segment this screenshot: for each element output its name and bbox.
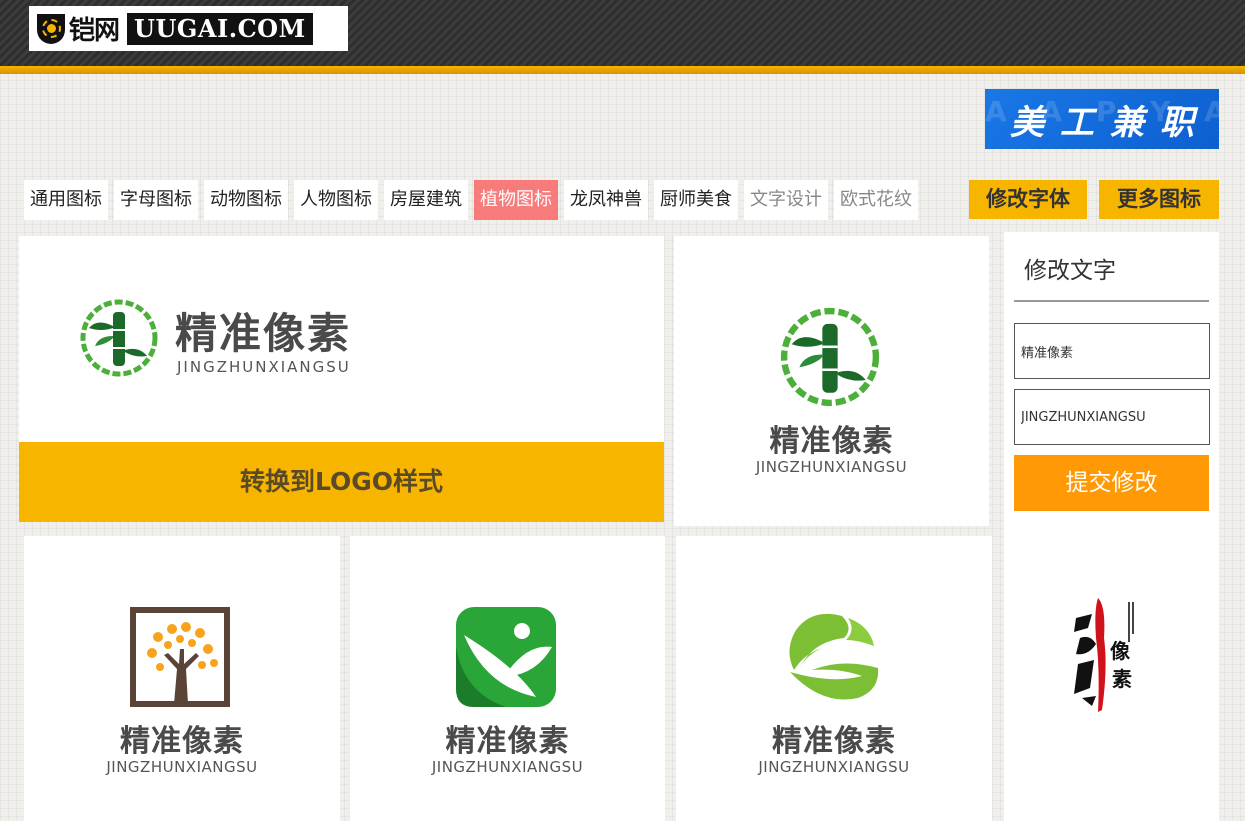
header-accent-bar [0,66,1245,74]
logo-shield-icon [37,13,65,44]
tab-animal-icons[interactable]: 动物图标 [204,180,288,220]
logo-card-tree[interactable]: 精准像素 JINGZHUNXIANGSU [24,536,340,821]
brand-name: 精准像素 [772,724,896,759]
tab-text-design[interactable]: 文字设计 [744,180,828,220]
bamboo-logo-icon [780,307,880,407]
logo-card-light-leaf[interactable]: 精准像素 JINGZHUNXIANGSU [676,536,992,821]
brand-pinyin: JINGZHUNXIANGSU [106,758,258,776]
brand-pinyin: JINGZHUNXIANGSU [431,758,584,776]
calligraphy-logo-image: 像 素 [1074,598,1134,712]
brand-pinyin: JINGZHUNXIANGSU [755,458,908,476]
brand-name: 精准像素 [445,724,570,759]
leaf-logo-icon [789,613,879,700]
tab-chef-food[interactable]: 厨师美食 [654,180,738,220]
brand-name: 精准像素 [769,424,894,459]
svg-text:素: 素 [1112,667,1132,691]
ad-banner-text: 美工兼职 [1010,102,1210,143]
brand-name: 精准像素 [175,309,352,358]
tab-european-pattern[interactable]: 欧式花纹 [834,180,918,220]
svg-text:像: 像 [1110,639,1131,663]
logo-card-featured[interactable]: 精准像素 JINGZHUNXIANGSU 转换到LOGO样式 [19,236,664,522]
brand-pinyin: JINGZHUNXIANGSU [177,358,351,376]
submit-changes-button[interactable]: 提交修改 [1014,455,1209,511]
edit-font-button[interactable]: 修改字体 [969,180,1087,219]
ad-banner[interactable]: 美工兼职 [985,89,1219,149]
site-logo[interactable]: 铠网 UUGAI.COM [29,6,348,51]
category-tabs: 通用图标 字母图标 动物图标 人物图标 房屋建筑 植物图标 龙凤神兽 厨师美食 … [24,180,924,220]
tab-letter-icons[interactable]: 字母图标 [114,180,198,220]
panel-title: 修改文字 [1014,248,1209,302]
logo-text-en: UUGAI.COM [127,12,313,45]
edit-text-panel: 修改文字 提交修改 像 素 [1004,232,1219,821]
bamboo-logo-icon [80,299,158,377]
convert-logo-style-button[interactable]: 转换到LOGO样式 [19,442,664,522]
logo-card-green-leaf[interactable]: 精准像素 JINGZHUNXIANGSU [350,536,665,821]
brand-pinyin: JINGZHUNXIANGSU [758,758,910,776]
tab-architecture[interactable]: 房屋建筑 [384,180,468,220]
brand-name: 精准像素 [120,724,244,759]
tab-people-icons[interactable]: 人物图标 [294,180,378,220]
logo-text-cn: 铠网 [69,16,120,46]
tab-plant-icons[interactable]: 植物图标 [474,180,558,220]
more-icons-button[interactable]: 更多图标 [1099,180,1219,219]
tab-general-icons[interactable]: 通用图标 [24,180,108,220]
leaf-person-logo-icon [456,607,556,707]
tree-logo-icon [130,607,230,707]
brand-pinyin-input[interactable] [1014,389,1210,445]
logo-card-bamboo[interactable]: 精准像素 JINGZHUNXIANGSU [674,236,989,526]
tab-dragon-phoenix[interactable]: 龙凤神兽 [564,180,648,220]
brand-name-input[interactable] [1014,323,1210,379]
